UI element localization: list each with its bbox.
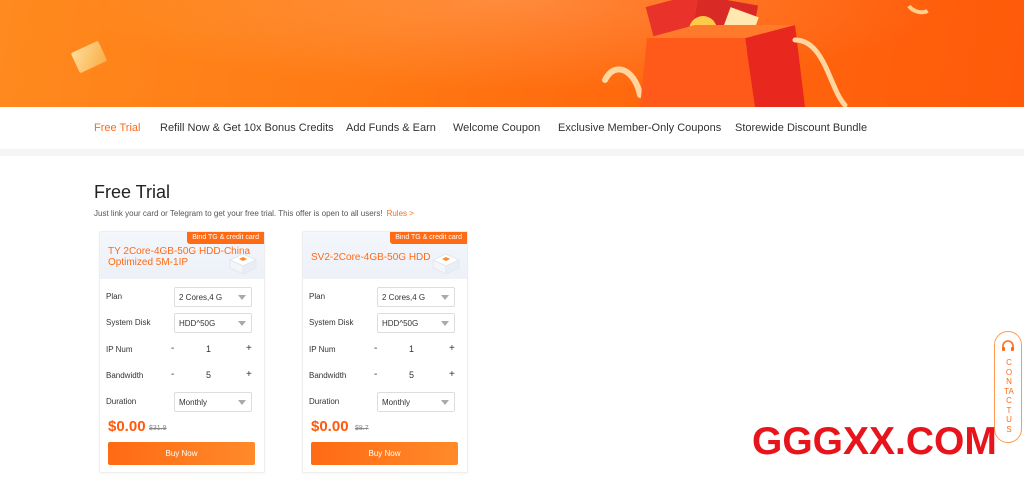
card-badge: Bind TG & credit card xyxy=(390,232,467,244)
chevron-down-icon xyxy=(238,295,246,300)
ip-num-value[interactable]: 1 xyxy=(206,344,211,354)
system-disk-select[interactable]: HDD^50G xyxy=(174,313,252,333)
plan-select[interactable]: 2 Cores,4 G xyxy=(174,287,252,307)
banner-glow xyxy=(0,0,1024,107)
plan-row: Plan 2 Cores,4 G xyxy=(309,287,459,307)
ip-increment-button[interactable]: + xyxy=(449,343,455,354)
card-header: Bind TG & credit card SV2-2Core-4GB-50G … xyxy=(303,232,467,279)
system-disk-value: HDD^50G xyxy=(382,319,419,328)
bandwidth-decrement-button[interactable]: - xyxy=(171,369,174,380)
headset-icon xyxy=(1002,340,1014,351)
plan-value: 2 Cores,4 G xyxy=(179,293,223,302)
duration-value: Monthly xyxy=(179,398,208,407)
buy-now-button[interactable]: Buy Now xyxy=(108,442,255,465)
ip-decrement-button[interactable]: - xyxy=(171,343,174,354)
system-disk-value: HDD^50G xyxy=(179,319,216,328)
tab-welcome-coupon[interactable]: Welcome Coupon xyxy=(453,122,540,134)
price: $0.00 xyxy=(311,418,349,435)
contact-us-button[interactable]: CONTACTUS xyxy=(994,331,1022,443)
bandwidth-increment-button[interactable]: + xyxy=(246,369,252,380)
ip-num-label: IP Num xyxy=(309,345,336,354)
section-subtitle: Just link your card or Telegram to get y… xyxy=(94,209,414,218)
bandwidth-row: Bandwidth - 5 + xyxy=(106,366,256,386)
ip-num-value[interactable]: 1 xyxy=(409,344,414,354)
plan-row: Plan 2 Cores,4 G xyxy=(106,287,256,307)
product-card: Bind TG & credit card TY 2Core-4GB-50G H… xyxy=(99,231,265,473)
original-price: $31.9 xyxy=(149,425,167,432)
ip-decrement-button[interactable]: - xyxy=(374,343,377,354)
duration-select[interactable]: Monthly xyxy=(174,392,252,412)
system-disk-row: System Disk HDD^50G xyxy=(309,313,459,333)
card-header: Bind TG & credit card TY 2Core-4GB-50G H… xyxy=(100,232,264,279)
contact-us-label: CONTACTUS xyxy=(1004,358,1014,434)
nav-divider xyxy=(0,149,1024,156)
card-badge: Bind TG & credit card xyxy=(187,232,264,244)
system-disk-label: System Disk xyxy=(106,318,151,327)
tab-refill-bonus[interactable]: Refill Now & Get 10x Bonus Credits xyxy=(160,122,334,134)
plan-label: Plan xyxy=(106,292,123,301)
bandwidth-label: Bandwidth xyxy=(106,371,144,380)
system-disk-label: System Disk xyxy=(309,318,354,327)
bandwidth-row: Bandwidth - 5 + xyxy=(309,366,459,386)
duration-label: Duration xyxy=(106,397,137,406)
ip-num-row: IP Num - 1 + xyxy=(309,340,459,360)
duration-row: Duration Monthly xyxy=(309,392,459,412)
system-disk-select[interactable]: HDD^50G xyxy=(377,313,455,333)
promo-banner xyxy=(0,0,1024,107)
tab-add-funds[interactable]: Add Funds & Earn xyxy=(346,122,436,134)
price: $0.00 xyxy=(108,418,146,435)
chevron-down-icon xyxy=(238,321,246,326)
ip-increment-button[interactable]: + xyxy=(246,343,252,354)
duration-select[interactable]: Monthly xyxy=(377,392,455,412)
bandwidth-decrement-button[interactable]: - xyxy=(374,369,377,380)
plan-value: 2 Cores,4 G xyxy=(382,293,426,302)
tab-discount-bundle[interactable]: Storewide Discount Bundle xyxy=(735,122,867,134)
ip-num-row: IP Num - 1 + xyxy=(106,340,256,360)
original-price: $8.7 xyxy=(355,425,369,432)
chevron-down-icon xyxy=(441,295,449,300)
ip-num-label: IP Num xyxy=(106,345,133,354)
bandwidth-label: Bandwidth xyxy=(309,371,347,380)
chevron-down-icon xyxy=(441,321,449,326)
promo-nav: Free Trial Refill Now & Get 10x Bonus Cr… xyxy=(0,107,1024,149)
chevron-down-icon xyxy=(441,400,449,405)
server-box-icon xyxy=(431,253,461,275)
section-title: Free Trial xyxy=(94,182,171,202)
duration-label: Duration xyxy=(309,397,340,406)
gift-box-icon xyxy=(602,0,848,107)
duration-value: Monthly xyxy=(382,398,411,407)
plan-select[interactable]: 2 Cores,4 G xyxy=(377,287,455,307)
system-disk-row: System Disk HDD^50G xyxy=(106,313,256,333)
plan-label: Plan xyxy=(309,292,326,301)
bandwidth-value[interactable]: 5 xyxy=(409,370,414,380)
tab-member-coupons[interactable]: Exclusive Member-Only Coupons xyxy=(558,122,721,134)
product-card: Bind TG & credit card SV2-2Core-4GB-50G … xyxy=(302,231,468,473)
bandwidth-value[interactable]: 5 xyxy=(206,370,211,380)
duration-row: Duration Monthly xyxy=(106,392,256,412)
section-subtitle-text: Just link your card or Telegram to get y… xyxy=(94,209,383,218)
watermark-text: GGGXX.COM xyxy=(752,420,997,463)
tab-free-trial[interactable]: Free Trial xyxy=(94,122,140,134)
bandwidth-increment-button[interactable]: + xyxy=(449,369,455,380)
buy-now-button[interactable]: Buy Now xyxy=(311,442,458,465)
chevron-down-icon xyxy=(238,400,246,405)
rules-link[interactable]: Rules > xyxy=(387,209,414,218)
server-box-icon xyxy=(228,253,258,275)
